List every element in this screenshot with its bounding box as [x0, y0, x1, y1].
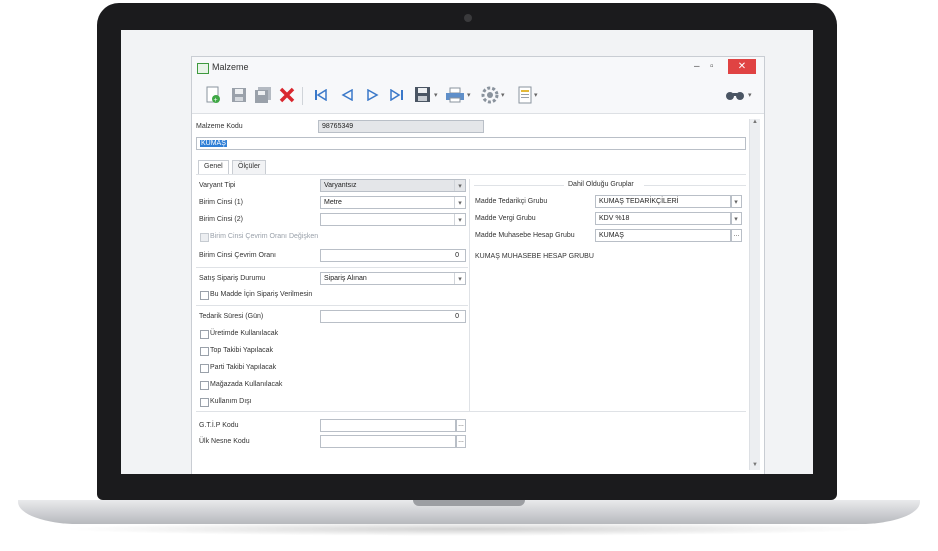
gtip-lookup-button[interactable]: … [456, 419, 466, 432]
column-divider [469, 179, 470, 411]
search-caret-icon[interactable]: ▾ [748, 91, 752, 99]
group-line [474, 185, 564, 186]
unit1-select[interactable]: Metre ▾ [320, 196, 466, 209]
save-dropdown-icon[interactable] [412, 84, 434, 106]
save-icon[interactable] [228, 84, 250, 106]
webcam [464, 14, 472, 22]
next-icon[interactable] [362, 84, 384, 106]
first-icon[interactable] [310, 84, 332, 106]
divider [196, 411, 746, 412]
unit1-label: Birim Cinsi (1) [199, 199, 243, 206]
divider [196, 305, 468, 306]
gtip-label: G.T.İ.P Kodu [199, 422, 239, 429]
name-value: KUMAŞ [200, 140, 227, 147]
laptop-shadow [60, 522, 878, 536]
chevron-down-icon[interactable]: ▾ [732, 213, 741, 224]
check-inactive[interactable] [200, 398, 209, 407]
lead-time-label: Tedarik Süresi (Gün) [199, 313, 264, 320]
variant-type-label: Varyant Tipi [199, 182, 236, 189]
app-window: Malzeme – ▫ ✕ + ▾ ▾ ▾ ▾ ▾ Malzeme Kodu 9… [191, 56, 765, 474]
tax-group-label: Madde Vergi Grubu [475, 215, 536, 222]
tax-group-dropdown[interactable]: ▾ [731, 212, 742, 225]
group-line [644, 185, 746, 186]
toolbar: + ▾ ▾ ▾ ▾ ▾ [192, 79, 764, 114]
chevron-down-icon[interactable]: ▾ [454, 214, 465, 225]
check-roll-tracking[interactable] [200, 347, 209, 356]
last-icon[interactable] [386, 84, 408, 106]
save-all-icon[interactable] [252, 84, 274, 106]
tab-divider [196, 174, 746, 175]
check-production-label: Üretimde Kullanılacak [210, 330, 279, 337]
no-order-label: Bu Madde İçin Sipariş Verilmesin [210, 291, 313, 298]
chevron-down-icon[interactable]: ▾ [454, 197, 465, 208]
check-batch-tracking[interactable] [200, 364, 209, 373]
print-caret-icon[interactable]: ▾ [467, 91, 471, 99]
supplier-group-field[interactable]: KUMAŞ TEDARİKÇİLERİ [595, 195, 731, 208]
unit-change-label: Birim Cinsi Çevrim Oranı Değişken [210, 233, 319, 240]
print-icon[interactable] [444, 84, 466, 106]
lead-time-field[interactable]: 0 [320, 310, 466, 323]
check-store-label: Mağazada Kullanılacak [210, 381, 283, 388]
search-icon[interactable] [724, 84, 746, 106]
settings-icon[interactable] [479, 84, 501, 106]
sales-status-label: Satış Sipariş Durumu [199, 275, 266, 282]
sales-status-select[interactable]: Sipariş Alınan ▾ [320, 272, 466, 285]
svg-text:+: + [214, 97, 218, 104]
supplier-group-dropdown[interactable]: ▾ [731, 195, 742, 208]
report-icon[interactable] [514, 84, 536, 106]
close-button[interactable]: ✕ [728, 59, 756, 74]
group-title: Dahil Olduğu Gruplar [568, 181, 634, 188]
report-caret-icon[interactable]: ▾ [534, 91, 538, 99]
origin-label: Ülk Nesne Kodu [199, 438, 250, 445]
unit2-label: Birim Cinsi (2) [199, 216, 243, 223]
chevron-down-icon[interactable]: ▾ [454, 180, 465, 191]
code-field[interactable]: 98765349 [318, 120, 484, 133]
tab-genel[interactable]: Genel [198, 160, 229, 174]
unit-rate-label: Birim Cinsi Çevrim Oranı [199, 252, 277, 259]
account-group-field[interactable]: KUMAŞ [595, 229, 731, 242]
no-order-checkbox[interactable] [200, 291, 209, 300]
previous-icon[interactable] [336, 84, 358, 106]
vertical-scrollbar[interactable]: ▲ ▼ [749, 119, 760, 470]
title-bar: Malzeme – ▫ ✕ [192, 57, 764, 79]
chevron-down-icon[interactable]: ▾ [454, 273, 465, 284]
tab-olculer[interactable]: Ölçüler [232, 160, 267, 174]
delete-icon[interactable] [276, 84, 298, 106]
origin-field[interactable] [320, 435, 456, 448]
origin-lookup-button[interactable]: … [456, 435, 466, 448]
scroll-up-icon[interactable]: ▲ [750, 119, 760, 125]
new-icon[interactable]: + [202, 84, 224, 106]
check-production[interactable] [200, 330, 209, 339]
laptop-screen: Malzeme – ▫ ✕ + ▾ ▾ ▾ ▾ ▾ Malzeme Kodu 9… [121, 30, 813, 474]
variant-type-field[interactable]: Varyantsız ▾ [320, 179, 466, 192]
settings-caret-icon[interactable]: ▾ [501, 91, 505, 99]
chevron-down-icon[interactable]: ▾ [732, 196, 741, 207]
gtip-field[interactable] [320, 419, 456, 432]
tax-group-field[interactable]: KDV %18 [595, 212, 731, 225]
toolbar-separator [302, 87, 303, 105]
scroll-down-icon[interactable]: ▼ [750, 462, 760, 468]
window-icon [197, 63, 209, 74]
check-inactive-label: Kullanım Dışı [210, 398, 252, 405]
supplier-group-label: Madde Tedarikçi Grubu [475, 198, 548, 205]
check-roll-tracking-label: Top Takibi Yapılacak [210, 347, 274, 354]
check-store[interactable] [200, 381, 209, 390]
unit2-select[interactable]: ▾ [320, 213, 466, 226]
name-field[interactable]: KUMAŞ [196, 137, 746, 150]
account-group-description: KUMAŞ MUHASEBE HESAP GRUBU [475, 253, 594, 260]
unit-change-checkbox[interactable] [200, 233, 209, 242]
maximize-button[interactable]: ▫ [710, 61, 714, 72]
window-title: Malzeme [212, 62, 249, 72]
save-caret-icon[interactable]: ▾ [434, 91, 438, 99]
divider [196, 267, 468, 268]
check-batch-tracking-label: Parti Takibi Yapılacak [210, 364, 277, 371]
laptop-notch [413, 500, 525, 506]
unit-rate-field[interactable]: 0 [320, 249, 466, 262]
minimize-button[interactable]: – [694, 61, 700, 72]
account-group-label: Madde Muhasebe Hesap Grubu [475, 232, 575, 239]
account-group-lookup[interactable]: … [731, 229, 742, 242]
code-label: Malzeme Kodu [196, 123, 243, 130]
